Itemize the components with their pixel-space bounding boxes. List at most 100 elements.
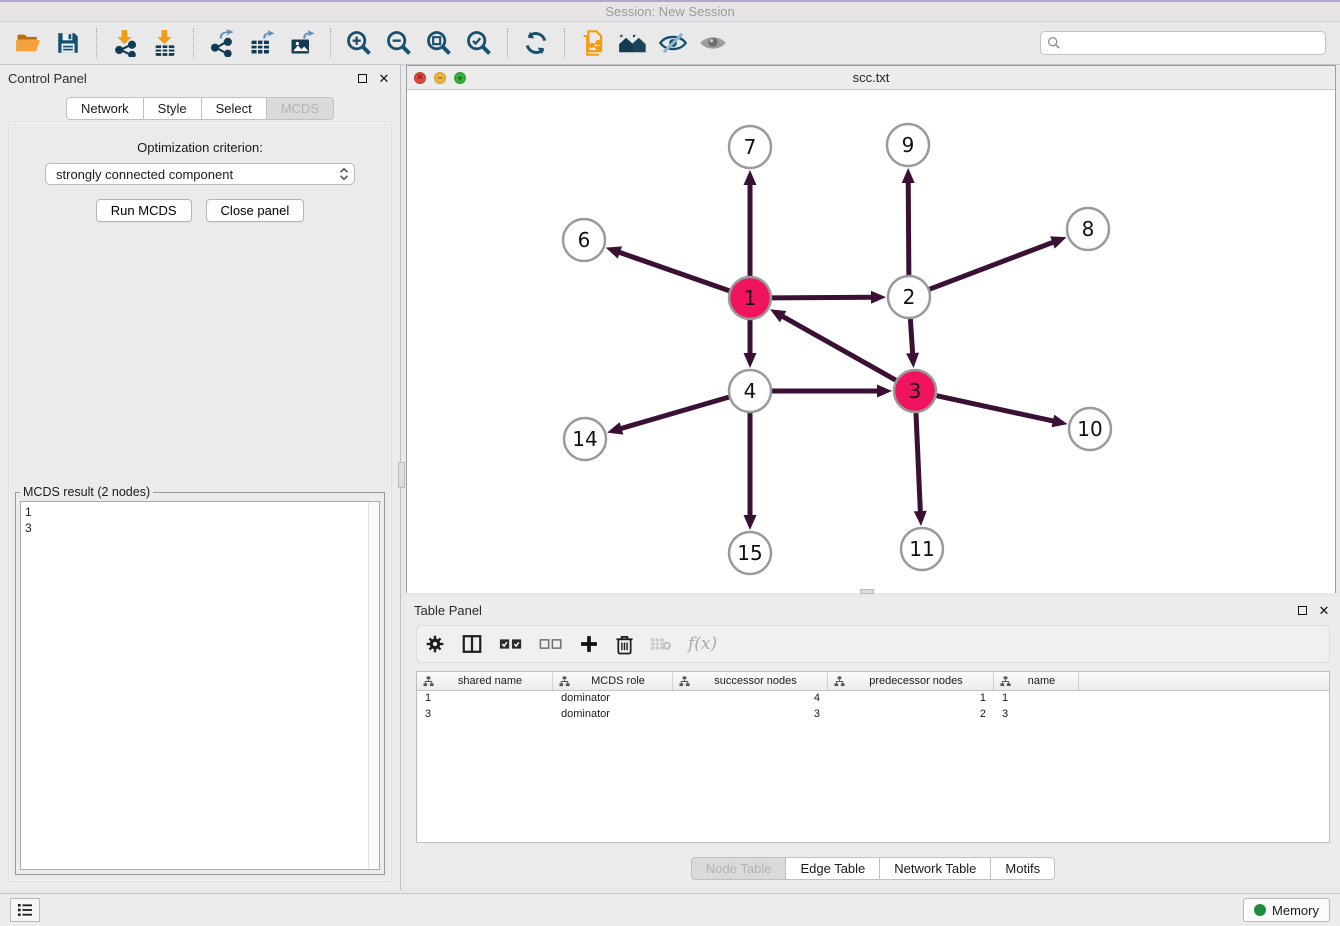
show-all-eye-icon[interactable]: [693, 25, 733, 61]
graph-node-14[interactable]: 14: [564, 418, 606, 460]
horizontal-splitter-handle[interactable]: [860, 589, 874, 594]
table-tab-node-table[interactable]: Node Table: [691, 857, 787, 880]
delete-column-trash-icon[interactable]: [615, 634, 634, 655]
graph-edge-4-15[interactable]: [744, 413, 757, 530]
close-window-icon[interactable]: ✕: [414, 72, 426, 84]
criterion-dropdown[interactable]: strongly connected component: [45, 163, 355, 185]
graph-edge-1-6[interactable]: [606, 246, 730, 290]
float-panel-icon[interactable]: [354, 70, 370, 86]
zoom-in-icon[interactable]: [339, 25, 379, 61]
table-row[interactable]: 3dominator323: [417, 707, 1329, 723]
column-header-successor-nodes[interactable]: successor nodes: [673, 672, 828, 690]
export-network-icon[interactable]: [202, 25, 242, 61]
table-row[interactable]: 1dominator411: [417, 691, 1329, 707]
network-graph: 7 9 6 8 1 2 4 3 14 10 15 11: [407, 90, 1335, 593]
minimize-window-icon[interactable]: −: [434, 72, 446, 84]
graph-edge-3-1[interactable]: [770, 309, 896, 380]
graph-node-4[interactable]: 4: [729, 370, 771, 412]
save-session-icon[interactable]: [48, 25, 88, 61]
control-panel-title: Control Panel: [8, 71, 348, 86]
column-visibility-icon[interactable]: [461, 633, 483, 655]
svg-text:3: 3: [909, 379, 922, 403]
mcds-result-box[interactable]: 13: [20, 501, 380, 870]
column-type-icon: [679, 676, 690, 687]
graph-node-11[interactable]: 11: [901, 528, 943, 570]
network-canvas[interactable]: 7 9 6 8 1 2 4 3 14 10 15 11: [407, 90, 1335, 593]
memory-button[interactable]: Memory: [1243, 898, 1330, 922]
graph-edge-1-7[interactable]: [744, 170, 757, 276]
hide-selection-eye-slash-icon[interactable]: [653, 25, 693, 61]
graph-node-1[interactable]: 1: [729, 277, 771, 319]
toolbar-separator: [193, 28, 194, 58]
search-field[interactable]: [1040, 31, 1326, 55]
apply-preferred-layout-icon[interactable]: [613, 25, 653, 61]
column-header-name[interactable]: name: [994, 672, 1079, 690]
table-tab-edge-table[interactable]: Edge Table: [786, 857, 880, 880]
node-table[interactable]: shared nameMCDS rolesuccessor nodesprede…: [416, 671, 1330, 843]
graph-edge-2-8[interactable]: [930, 236, 1067, 289]
control-panel: Control Panel ✕ NetworkStyleSelectMCDS O…: [0, 65, 401, 890]
task-history-list-icon[interactable]: [10, 898, 40, 922]
graph-edge-2-3[interactable]: [906, 319, 919, 368]
result-scrollbar[interactable]: [368, 502, 379, 869]
export-table-icon[interactable]: [242, 25, 282, 61]
zoom-fit-icon[interactable]: [419, 25, 459, 61]
table-tab-motifs[interactable]: Motifs: [991, 857, 1055, 880]
graph-edge-1-4[interactable]: [744, 320, 757, 368]
column-header-MCDS-role[interactable]: MCDS role: [553, 672, 673, 690]
table-toolbar: f(x): [416, 625, 1330, 663]
control-tab-select[interactable]: Select: [202, 97, 267, 120]
add-column-plus-icon[interactable]: [579, 634, 599, 654]
deselect-all-rows-icon[interactable]: [539, 636, 563, 652]
column-type-icon: [559, 676, 570, 687]
svg-text:7: 7: [744, 135, 757, 159]
graph-node-6[interactable]: 6: [563, 219, 605, 261]
dropdown-stepper-icon: [338, 166, 350, 182]
graph-edge-3-11[interactable]: [914, 413, 927, 526]
graph-node-3[interactable]: 3: [894, 370, 936, 412]
application-window: Session: New Session: [0, 0, 1340, 926]
criterion-dropdown-value: strongly connected component: [56, 167, 338, 182]
graph-node-2[interactable]: 2: [888, 276, 930, 318]
graph-edge-4-14[interactable]: [607, 397, 729, 434]
export-image-icon[interactable]: [282, 25, 322, 61]
open-session-icon[interactable]: [8, 25, 48, 61]
close-panel-button[interactable]: Close panel: [206, 199, 305, 222]
close-table-panel-icon[interactable]: ✕: [1316, 602, 1332, 618]
svg-text:11: 11: [909, 537, 934, 561]
column-header-shared-name[interactable]: shared name: [417, 672, 553, 690]
zoom-selected-icon[interactable]: [459, 25, 499, 61]
import-table-icon[interactable]: [145, 25, 185, 61]
float-table-panel-icon[interactable]: [1294, 602, 1310, 618]
graph-node-8[interactable]: 8: [1067, 208, 1109, 250]
graph-node-7[interactable]: 7: [729, 126, 771, 168]
new-network-from-selection-icon[interactable]: [573, 25, 613, 61]
close-panel-icon[interactable]: ✕: [376, 70, 392, 86]
refresh-view-icon[interactable]: [516, 25, 556, 61]
table-panel-header: Table Panel ✕: [406, 597, 1340, 623]
zoom-window-icon[interactable]: +: [454, 72, 466, 84]
search-input[interactable]: [1065, 36, 1319, 50]
table-settings-gear-icon[interactable]: [425, 634, 445, 654]
graph-node-15[interactable]: 15: [729, 532, 771, 574]
import-network-icon[interactable]: [105, 25, 145, 61]
svg-text:15: 15: [737, 541, 762, 565]
zoom-out-icon[interactable]: [379, 25, 419, 61]
table-panel-title: Table Panel: [414, 603, 1288, 618]
control-tab-mcds[interactable]: MCDS: [267, 97, 334, 120]
graph-edge-2-9[interactable]: [902, 168, 915, 275]
select-all-rows-icon[interactable]: [499, 636, 523, 652]
graph-edge-4-3[interactable]: [772, 385, 892, 398]
run-mcds-button[interactable]: Run MCDS: [96, 199, 192, 222]
table-tab-network-table[interactable]: Network Table: [880, 857, 991, 880]
control-tab-network[interactable]: Network: [66, 97, 144, 120]
graph-node-10[interactable]: 10: [1069, 408, 1111, 450]
graph-node-9[interactable]: 9: [887, 124, 929, 166]
graph-edge-1-2[interactable]: [772, 291, 886, 304]
mcds-result-line: 3: [25, 520, 375, 536]
column-header-predecessor-nodes[interactable]: predecessor nodes: [828, 672, 994, 690]
control-tab-style[interactable]: Style: [144, 97, 202, 120]
graph-edge-3-10[interactable]: [936, 396, 1067, 428]
vertical-splitter-handle[interactable]: [398, 462, 405, 488]
svg-text:6: 6: [578, 228, 591, 252]
